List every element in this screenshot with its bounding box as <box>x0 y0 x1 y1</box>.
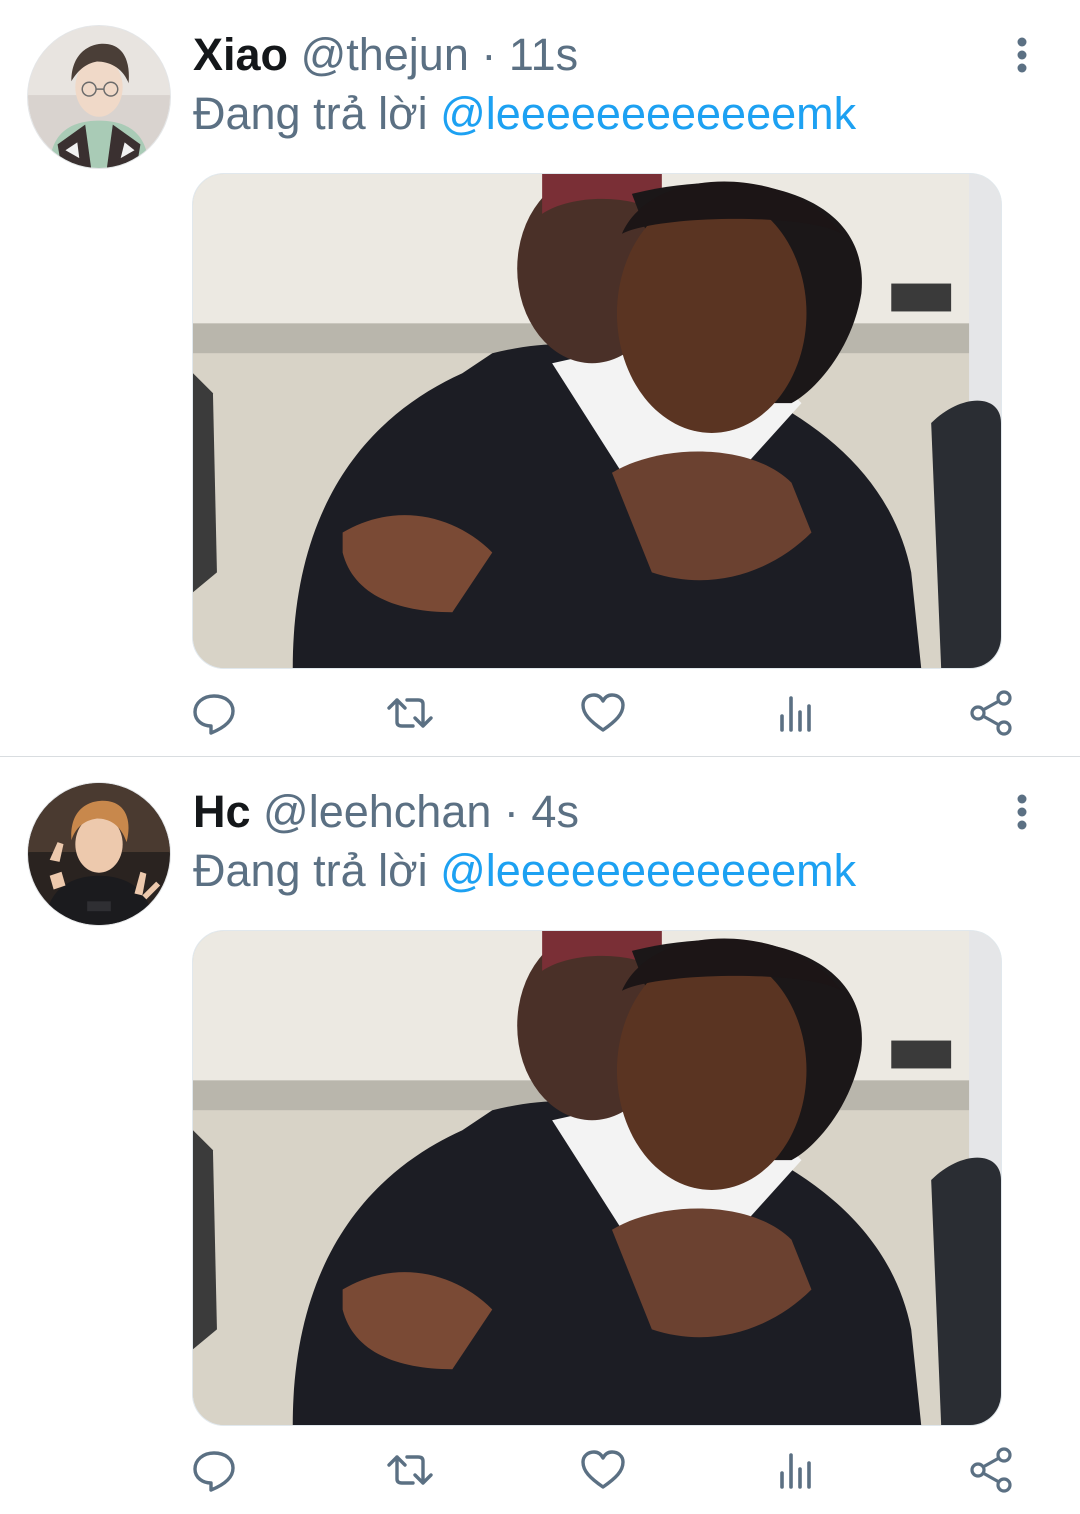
separator: · <box>503 786 519 837</box>
separator: · <box>481 29 497 80</box>
media-image <box>193 174 1001 668</box>
analytics-icon[interactable] <box>772 1445 822 1495</box>
tweet[interactable]: Hc @leehchan · 4s Đang trả lời @leeeeeee… <box>0 757 1080 1513</box>
share-icon[interactable] <box>966 688 1016 738</box>
reply-mention[interactable]: @leeeeeeeeeeeemk <box>440 845 856 896</box>
avatar[interactable] <box>27 25 171 169</box>
reply-icon[interactable] <box>189 688 239 738</box>
username[interactable]: @thejun <box>301 29 469 80</box>
reply-icon[interactable] <box>189 1445 239 1495</box>
like-icon[interactable] <box>578 1445 628 1495</box>
more-options-icon[interactable] <box>1004 793 1040 833</box>
tweet-media-photo[interactable] <box>192 173 1002 669</box>
like-icon[interactable] <box>578 688 628 738</box>
display-name[interactable]: Hc <box>193 786 251 837</box>
display-name[interactable]: Xiao <box>193 29 288 80</box>
retweet-icon[interactable] <box>385 688 435 738</box>
timestamp[interactable]: 4s <box>531 786 579 837</box>
reply-prefix: Đang trả lời <box>193 88 428 139</box>
timestamp[interactable]: 11s <box>509 29 578 80</box>
reply-context: Đang trả lời @leeeeeeeeeeeemk <box>193 843 856 899</box>
avatar[interactable] <box>27 782 171 926</box>
tweet-media-photo[interactable] <box>192 930 1002 1426</box>
analytics-icon[interactable] <box>772 688 822 738</box>
tweet-header: Hc @leehchan · 4s <box>193 785 579 839</box>
avatar-image <box>28 26 170 168</box>
reply-prefix: Đang trả lời <box>193 845 428 896</box>
reply-mention[interactable]: @leeeeeeeeeeeemk <box>440 88 856 139</box>
tweet[interactable]: Xiao @thejun · 11s Đang trả lời @leeeeee… <box>0 0 1080 757</box>
retweet-icon[interactable] <box>385 1445 435 1495</box>
username[interactable]: @leehchan <box>263 786 491 837</box>
reply-context: Đang trả lời @leeeeeeeeeeeemk <box>193 86 856 142</box>
tweet-actions <box>0 1445 1080 1495</box>
media-image <box>193 931 1001 1425</box>
more-options-icon[interactable] <box>1004 36 1040 76</box>
tweet-actions <box>0 688 1080 738</box>
tweet-header: Xiao @thejun · 11s <box>193 28 578 82</box>
avatar-image <box>28 783 170 925</box>
share-icon[interactable] <box>966 1445 1016 1495</box>
